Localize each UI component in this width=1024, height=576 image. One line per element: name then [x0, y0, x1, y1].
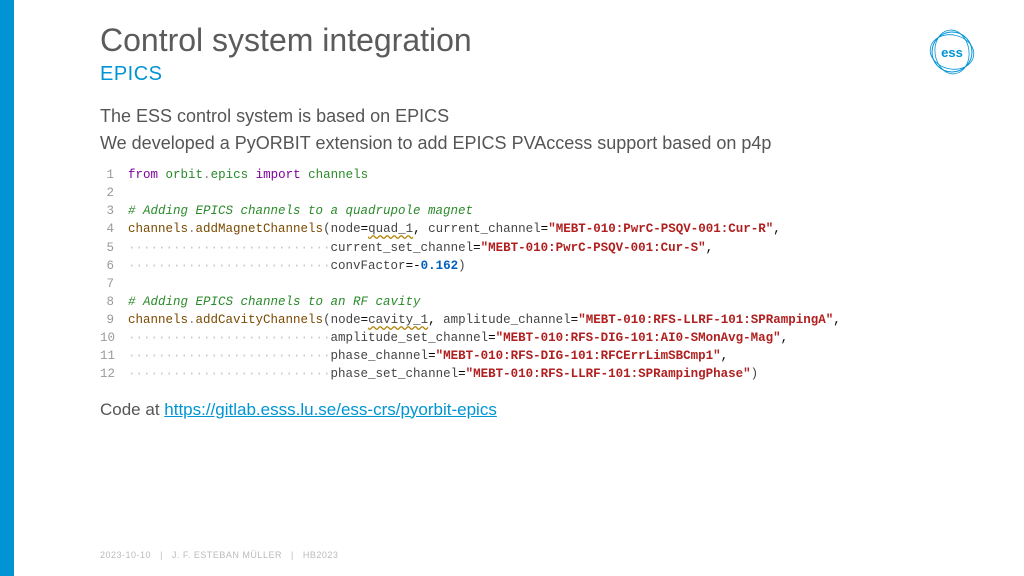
- code-line-7: 7: [100, 275, 924, 293]
- code-line-12: 12 ···························phase_set_…: [100, 365, 924, 383]
- code-line-9: 9 channels.addCavityChannels(node=cavity…: [100, 311, 924, 329]
- bullet-2: We developed a PyORBIT extension to add …: [100, 133, 924, 154]
- line-number: 12: [100, 365, 128, 383]
- footer-sep: |: [291, 550, 294, 560]
- line-number: 7: [100, 275, 128, 293]
- code-link-line: Code at https://gitlab.esss.lu.se/ess-cr…: [100, 400, 924, 420]
- line-number: 3: [100, 202, 128, 220]
- line-number: 2: [100, 184, 128, 202]
- repo-link[interactable]: https://gitlab.esss.lu.se/ess-crs/pyorbi…: [164, 400, 497, 419]
- slide-content: Control system integration EPICS The ESS…: [100, 22, 924, 420]
- code-line-2: 2: [100, 184, 924, 202]
- code-line-10: 10 ···························amplitude_…: [100, 329, 924, 347]
- code-line-4: 4 channels.addMagnetChannels(node=quad_1…: [100, 220, 924, 238]
- line-number: 11: [100, 347, 128, 365]
- line-number: 9: [100, 311, 128, 329]
- svg-text:ess: ess: [941, 45, 963, 60]
- code-line-3: 3 # Adding EPICS channels to a quadrupol…: [100, 202, 924, 220]
- line-number: 5: [100, 239, 128, 257]
- footer-conf: HB2023: [303, 550, 339, 560]
- code-line-11: 11 ···························phase_chan…: [100, 347, 924, 365]
- line-number: 10: [100, 329, 128, 347]
- footer-sep: |: [160, 550, 163, 560]
- page-subtitle: EPICS: [100, 63, 924, 86]
- page-title: Control system integration: [100, 22, 924, 59]
- line-number: 8: [100, 293, 128, 311]
- code-at-prefix: Code at: [100, 400, 164, 419]
- ess-logo: ess: [928, 28, 976, 76]
- code-line-1: 1 from orbit.epics import channels: [100, 166, 924, 184]
- code-line-8: 8 # Adding EPICS channels to an RF cavit…: [100, 293, 924, 311]
- code-line-5: 5 ···························current_set…: [100, 239, 924, 257]
- code-line-6: 6 ···························convFactor=…: [100, 257, 924, 275]
- code-block: 1 from orbit.epics import channels 2 3 #…: [100, 166, 924, 384]
- bullet-1: The ESS control system is based on EPICS: [100, 106, 924, 127]
- footer-author: J. F. ESTEBAN MÜLLER: [172, 550, 282, 560]
- footer-date: 2023-10-10: [100, 550, 151, 560]
- line-number: 1: [100, 166, 128, 184]
- line-number: 4: [100, 220, 128, 238]
- accent-bar: [0, 0, 14, 576]
- footer: 2023-10-10 | J. F. ESTEBAN MÜLLER | HB20…: [100, 550, 338, 560]
- line-number: 6: [100, 257, 128, 275]
